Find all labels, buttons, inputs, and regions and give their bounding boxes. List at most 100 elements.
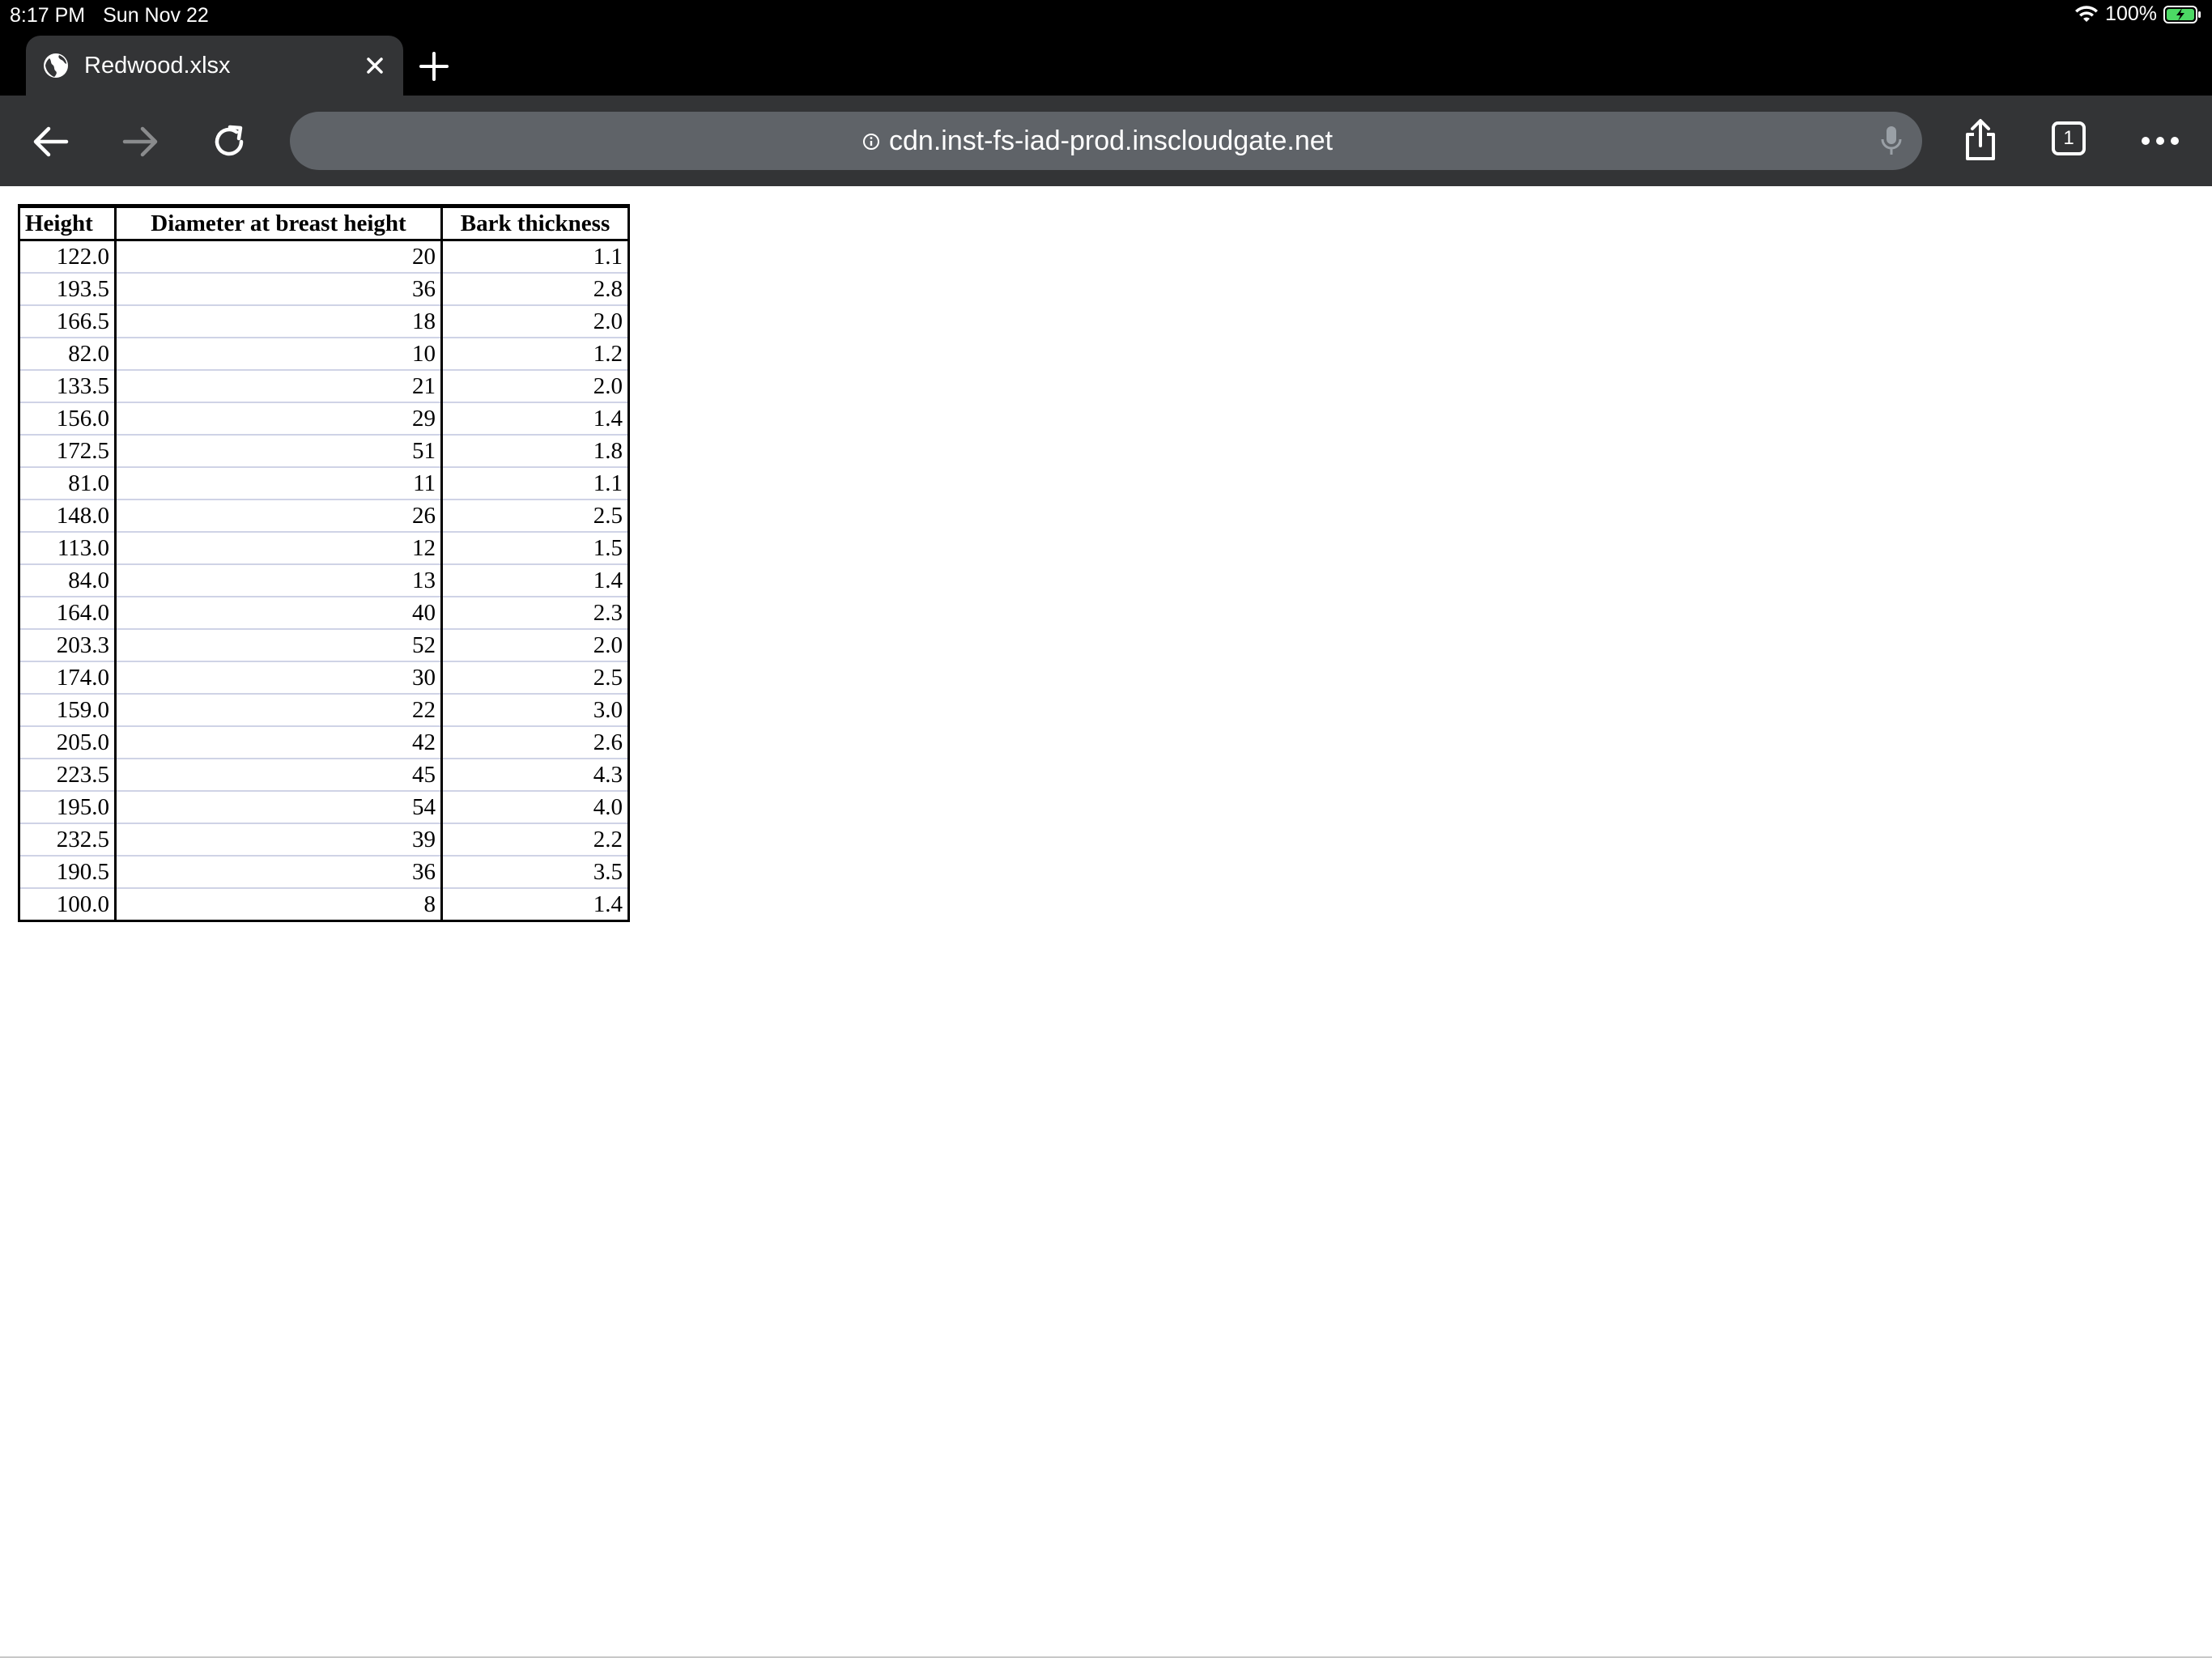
- cell-height: 164.0: [18, 596, 117, 630]
- table-body: 122.0 20 1.1 193.5 36 2.8 166.5 18 2.0 82.0 10 1.2 1…: [18, 239, 630, 922]
- tab-strip: Redwood.xlsx: [0, 32, 2212, 96]
- table-row: 122.0 20 1.1: [18, 239, 630, 274]
- table-row: 195.0 54 4.0: [18, 790, 630, 824]
- cell-diameter: 20: [114, 239, 443, 274]
- cell-diameter: 18: [114, 304, 443, 338]
- cell-bark-thickness: 2.0: [440, 304, 630, 338]
- cell-bark-thickness: 2.6: [440, 725, 630, 759]
- cell-bark-thickness: 1.4: [440, 563, 630, 597]
- cell-height: 81.0: [18, 466, 117, 500]
- cell-height: 174.0: [18, 661, 117, 695]
- cell-diameter: 8: [114, 887, 443, 922]
- table-row: 113.0 12 1.5: [18, 531, 630, 565]
- cell-diameter: 51: [114, 434, 443, 468]
- more-menu-icon[interactable]: [2138, 118, 2183, 164]
- table-row: 174.0 30 2.5: [18, 661, 630, 695]
- close-icon[interactable]: [361, 52, 389, 79]
- tab-redwood[interactable]: Redwood.xlsx: [26, 36, 403, 96]
- cell-height: 82.0: [18, 337, 117, 371]
- cell-bark-thickness: 2.8: [440, 272, 630, 306]
- cell-diameter: 29: [114, 402, 443, 436]
- info-icon[interactable]: [862, 133, 880, 151]
- cell-diameter: 39: [114, 823, 443, 857]
- forward-arrow-icon[interactable]: [118, 120, 162, 164]
- cell-bark-thickness: 1.8: [440, 434, 630, 468]
- back-arrow-icon[interactable]: [29, 120, 73, 164]
- cell-height: 190.5: [18, 855, 117, 889]
- table-row: 133.5 21 2.0: [18, 369, 630, 403]
- table-row: 164.0 40 2.3: [18, 596, 630, 630]
- cell-height: 122.0: [18, 239, 117, 274]
- cell-bark-thickness: 1.4: [440, 402, 630, 436]
- cell-bark-thickness: 1.1: [440, 466, 630, 500]
- column-header-bark-thickness: Bark thickness: [440, 204, 630, 241]
- address-url[interactable]: cdn.inst-fs-iad-prod.inscloudgate.net: [889, 125, 1333, 157]
- new-tab-icon[interactable]: [418, 50, 450, 83]
- cell-height: 113.0: [18, 531, 117, 565]
- cell-bark-thickness: 2.5: [440, 499, 630, 533]
- cell-bark-thickness: 2.0: [440, 369, 630, 403]
- cell-height: 172.5: [18, 434, 117, 468]
- cell-bark-thickness: 2.3: [440, 596, 630, 630]
- table-row: 100.0 8 1.4: [18, 887, 630, 922]
- cell-height: 193.5: [18, 272, 117, 306]
- cell-diameter: 36: [114, 855, 443, 889]
- table-row: 84.0 13 1.4: [18, 563, 630, 597]
- table-row: 166.5 18 2.0: [18, 304, 630, 338]
- cell-diameter: 36: [114, 272, 443, 306]
- cell-height: 203.3: [18, 628, 117, 662]
- page-content: Height Diameter at breast height Bark th…: [0, 186, 2212, 1658]
- tab-count: 1: [2063, 127, 2074, 149]
- cell-height: 84.0: [18, 563, 117, 597]
- column-header-diameter: Diameter at breast height: [114, 204, 443, 241]
- status-bar: 8:17 PM Sun Nov 22 100%: [0, 0, 2212, 32]
- cell-height: 148.0: [18, 499, 117, 533]
- table-row: 193.5 36 2.8: [18, 272, 630, 306]
- reload-icon[interactable]: [207, 120, 251, 164]
- cell-bark-thickness: 4.0: [440, 790, 630, 824]
- cell-diameter: 11: [114, 466, 443, 500]
- cell-bark-thickness: 4.3: [440, 758, 630, 792]
- cell-height: 223.5: [18, 758, 117, 792]
- cell-height: 166.5: [18, 304, 117, 338]
- tab-title: Redwood.xlsx: [84, 53, 231, 79]
- cell-bark-thickness: 1.5: [440, 531, 630, 565]
- cell-diameter: 26: [114, 499, 443, 533]
- redwood-data-table: Height Diameter at breast height Bark th…: [18, 204, 630, 922]
- cell-height: 159.0: [18, 693, 117, 727]
- table-row: 172.5 51 1.8: [18, 434, 630, 468]
- browser-toolbar: cdn.inst-fs-iad-prod.inscloudgate.net 1: [0, 96, 2212, 186]
- cell-diameter: 22: [114, 693, 443, 727]
- table-row: 203.3 52 2.0: [18, 628, 630, 662]
- table-row: 159.0 22 3.0: [18, 693, 630, 727]
- cell-height: 232.5: [18, 823, 117, 857]
- cell-diameter: 42: [114, 725, 443, 759]
- cell-height: 100.0: [18, 887, 117, 922]
- table-row: 148.0 26 2.5: [18, 499, 630, 533]
- tab-switcher-button[interactable]: 1: [2052, 121, 2086, 155]
- cell-bark-thickness: 1.2: [440, 337, 630, 371]
- cell-diameter: 30: [114, 661, 443, 695]
- cell-diameter: 40: [114, 596, 443, 630]
- address-bar[interactable]: cdn.inst-fs-iad-prod.inscloudgate.net: [290, 112, 1922, 170]
- microphone-icon[interactable]: [1874, 123, 1909, 159]
- cell-height: 205.0: [18, 725, 117, 759]
- battery-charging-icon: [2163, 5, 2201, 23]
- cell-diameter: 54: [114, 790, 443, 824]
- cell-bark-thickness: 2.2: [440, 823, 630, 857]
- table-row: 156.0 29 1.4: [18, 402, 630, 436]
- cell-bark-thickness: 1.1: [440, 239, 630, 274]
- cell-diameter: 45: [114, 758, 443, 792]
- share-icon[interactable]: [1958, 118, 2003, 164]
- cell-bark-thickness: 3.0: [440, 693, 630, 727]
- table-row: 190.5 36 3.5: [18, 855, 630, 889]
- cell-height: 195.0: [18, 790, 117, 824]
- cell-diameter: 52: [114, 628, 443, 662]
- cell-bark-thickness: 2.0: [440, 628, 630, 662]
- cell-height: 156.0: [18, 402, 117, 436]
- table-row: 82.0 10 1.2: [18, 337, 630, 371]
- cell-bark-thickness: 3.5: [440, 855, 630, 889]
- status-right: 100%: [2074, 2, 2202, 26]
- table-row: 205.0 42 2.6: [18, 725, 630, 759]
- globe-icon: [44, 53, 68, 78]
